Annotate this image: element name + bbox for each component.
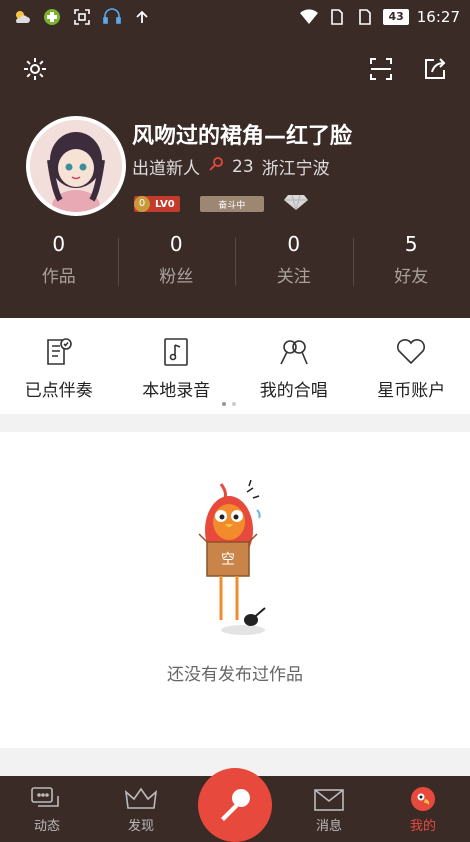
envelope-icon [314,789,344,811]
tab-label: 动态 [33,819,60,834]
menu-label: 我的合唱 [259,381,328,401]
stats-row: 0 作品 0 粉丝 0 关注 5 好友 [0,232,470,287]
heart-icon [397,339,426,365]
menu-label: 已点伴奏 [24,381,93,401]
upload-arrow-icon [132,7,152,27]
tab-feed[interactable]: 动态 [0,776,94,842]
page-dot [222,402,226,406]
page-indicator [222,402,236,406]
level-text: LV0 [155,198,175,210]
diamond-icon[interactable] [283,194,308,214]
level-badge[interactable]: 0 LV0 [134,196,180,212]
page-dot [232,402,236,406]
stat-label: 粉丝 [159,267,194,287]
share-icon[interactable] [420,54,450,84]
tab-me[interactable]: 我的 [376,776,470,842]
menu-item-my-chorus[interactable]: 我的合唱 [235,318,353,414]
quick-menu: 已点伴奏 本地录音 我的合唱 星币账户 [0,318,470,414]
stat-value: 0 [169,232,183,256]
profile-score: 23 [232,156,254,177]
parrot-icon [411,787,435,811]
badges: 0 LV0 奋斗中 [134,194,308,214]
works-panel: 空 还没有发布过作品 [0,432,470,748]
profile-name: 风吻过的裙角—红了脸 [132,124,353,149]
wifi-icon [299,7,319,27]
stat-fans[interactable]: 0 粉丝 [117,232,236,287]
tab-discover[interactable]: 发现 [94,776,188,842]
stat-friends[interactable]: 5 好友 [352,232,470,287]
rank-badge[interactable]: 奋斗中 [199,196,264,212]
microphone-score-icon [208,156,224,177]
weather-icon [12,7,32,27]
profile-location: 浙江宁波 [261,159,330,179]
settings-gear-icon[interactable] [20,54,50,84]
app-notification-icon [42,7,62,27]
stat-following[interactable]: 0 关注 [235,232,353,287]
scan-icon[interactable] [366,54,396,84]
stat-value: 0 [52,232,66,256]
clock: 16:27 [416,8,460,26]
stat-works[interactable]: 0 作品 [0,232,118,287]
status-bar: 43 16:27 [0,0,470,34]
stat-label: 作品 [41,267,76,287]
chat-bubbles-icon [31,787,59,807]
level-coin: 0 [134,196,150,212]
sim-card-icon [355,7,375,27]
menu-item-star-coin-account[interactable]: 星币账户 [353,318,470,414]
stat-label: 关注 [276,267,311,287]
song-list-icon [46,338,72,365]
menu-item-ordered-accompaniment[interactable]: 已点伴奏 [0,318,118,414]
record-mic-button[interactable] [198,768,272,842]
profile-subline: 出道新人 23 浙江宁波 [132,154,330,180]
tab-messages[interactable]: 消息 [282,776,376,842]
tab-label: 我的 [409,819,436,834]
tab-label: 消息 [315,819,342,834]
stat-value: 5 [404,232,418,256]
menu-label: 本地录音 [142,381,211,401]
tab-label: 发现 [127,819,154,834]
stat-label: 好友 [394,267,429,287]
sim-card-icon [327,7,347,27]
microphone-icon [221,789,250,821]
avatar[interactable] [26,116,126,216]
screenshot-icon [72,7,92,27]
music-note-icon [164,338,189,366]
menu-label: 星币账户 [377,381,446,401]
profile-title: 出道新人 [132,159,200,179]
headset-icon [102,7,122,27]
crown-icon [124,787,158,809]
battery-indicator: 43 [383,9,409,25]
empty-state-text: 还没有发布过作品 [167,665,303,685]
chorus-icon [280,340,308,365]
stat-value: 0 [287,232,301,256]
mascot-box-label: 空 [221,552,235,568]
menu-item-local-recording[interactable]: 本地录音 [118,318,236,414]
empty-parrot-mascot: 空 [195,479,275,644]
profile-header: 风吻过的裙角—红了脸 出道新人 23 浙江宁波 0 LV0 奋斗中 0 作品 0… [0,34,470,318]
